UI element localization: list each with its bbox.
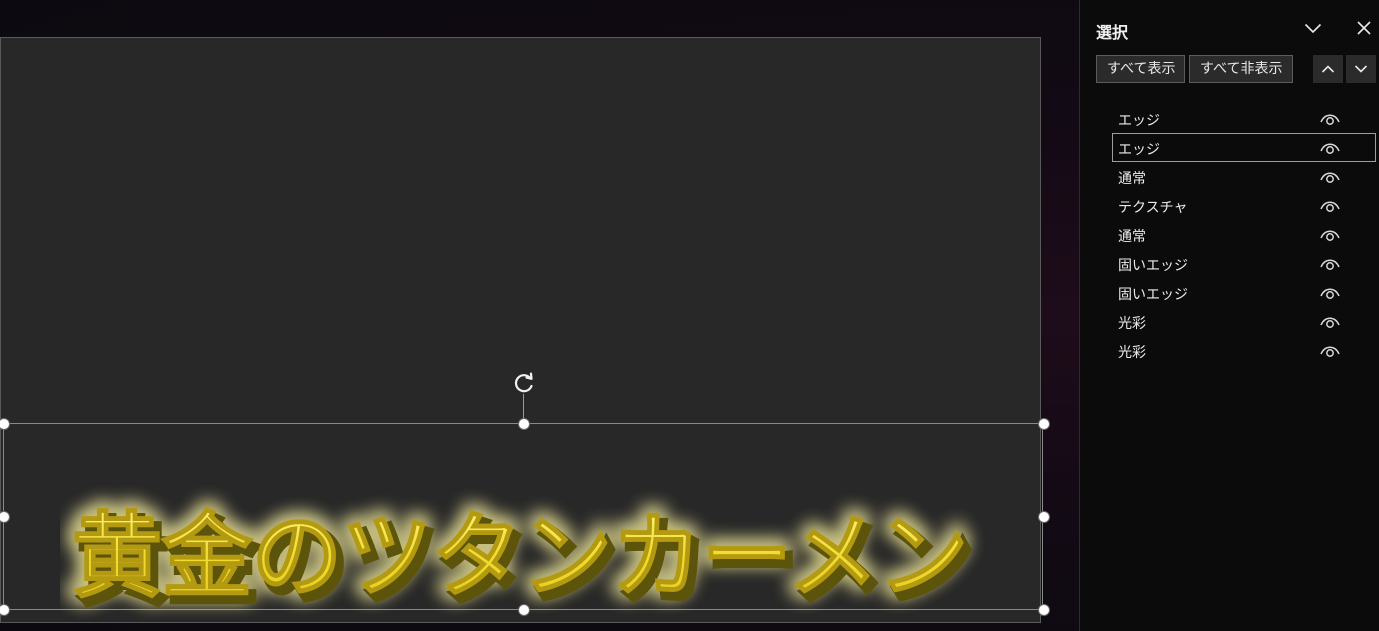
selection-pane: 選択 すべて表示 すべて非表示 エッジ エッジ 通常 テクスチャ 通常 固いエッ… <box>1079 0 1379 631</box>
resize-handle-right[interactable] <box>1038 511 1050 523</box>
resize-handle-bottom-right[interactable] <box>1038 604 1050 616</box>
resize-handle-bottom[interactable] <box>518 604 530 616</box>
pane-close-button[interactable] <box>1351 15 1377 41</box>
layer-label: エッジ <box>1118 142 1160 158</box>
resize-handle-top[interactable] <box>518 418 530 430</box>
eye-icon[interactable] <box>1319 197 1341 215</box>
headline-face: 黄金のツタンカーメン <box>72 503 968 610</box>
slide-workspace: 黄金のツタンカーメン 黄金のツタンカーメン 黄金のツタンカーメン <box>0 0 1079 631</box>
chevron-down-icon <box>1354 65 1368 73</box>
layer-label: 通常 <box>1118 171 1146 187</box>
layer-item[interactable]: 光彩 <box>1112 336 1376 365</box>
show-all-button[interactable]: すべて表示 <box>1096 55 1185 83</box>
layer-label: 光彩 <box>1118 345 1146 361</box>
rotate-handle-icon[interactable] <box>510 369 538 397</box>
layer-item[interactable]: エッジ <box>1112 104 1376 133</box>
close-icon <box>1357 21 1371 35</box>
eye-icon[interactable] <box>1319 284 1341 302</box>
layer-label: エッジ <box>1118 113 1160 129</box>
pane-collapse-button[interactable] <box>1300 15 1326 41</box>
layer-label: テクスチャ <box>1118 200 1188 216</box>
layer-item[interactable]: 固いエッジ <box>1112 249 1376 278</box>
resize-handle-top-right[interactable] <box>1038 418 1050 430</box>
layer-item[interactable]: テクスチャ <box>1112 191 1376 220</box>
layer-label: 通常 <box>1118 229 1146 245</box>
layer-label: 光彩 <box>1118 316 1146 332</box>
layer-item[interactable]: 通常 <box>1112 162 1376 191</box>
eye-icon[interactable] <box>1319 168 1341 186</box>
layer-item[interactable]: 固いエッジ <box>1112 278 1376 307</box>
eye-icon[interactable] <box>1319 110 1341 128</box>
layer-label: 固いエッジ <box>1118 287 1188 303</box>
chevron-up-icon <box>1321 65 1335 73</box>
eye-icon[interactable] <box>1319 313 1341 331</box>
layer-item[interactable]: エッジ <box>1112 133 1376 162</box>
eye-icon[interactable] <box>1319 342 1341 360</box>
send-backward-button[interactable] <box>1346 55 1376 83</box>
layer-list: エッジ エッジ 通常 テクスチャ 通常 固いエッジ 固いエッジ 光彩 光彩 <box>1112 104 1376 365</box>
layer-item[interactable]: 光彩 <box>1112 307 1376 336</box>
hide-all-button[interactable]: すべて非表示 <box>1189 55 1293 83</box>
pane-title: 選択 <box>1096 23 1129 42</box>
eye-icon[interactable] <box>1319 139 1341 157</box>
eye-icon[interactable] <box>1319 255 1341 273</box>
eye-icon[interactable] <box>1319 226 1341 244</box>
headline-text-art[interactable]: 黄金のツタンカーメン 黄金のツタンカーメン 黄金のツタンカーメン <box>60 470 1020 620</box>
bring-forward-button[interactable] <box>1313 55 1343 83</box>
layer-label: 固いエッジ <box>1118 258 1188 274</box>
chevron-down-icon <box>1304 23 1322 34</box>
layer-item[interactable]: 通常 <box>1112 220 1376 249</box>
